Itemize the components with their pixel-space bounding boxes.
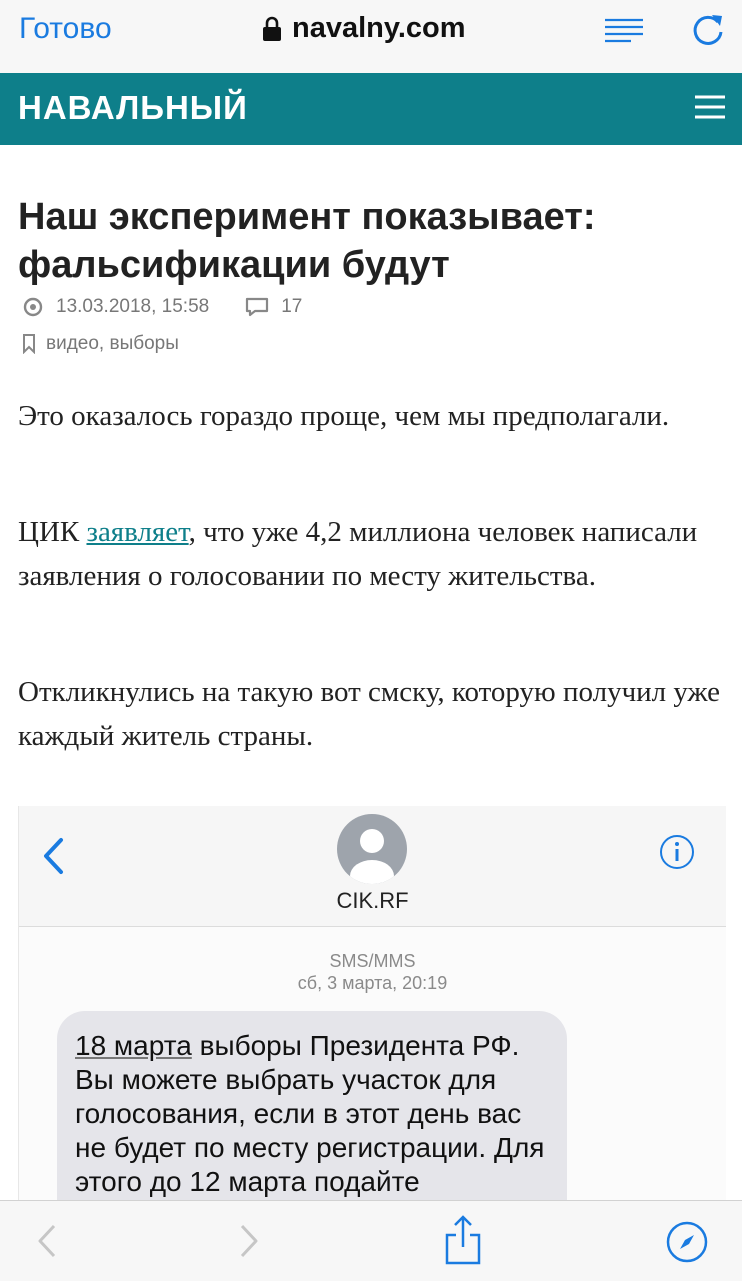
sms-header: CIK.RF [19, 806, 726, 927]
article-tags[interactable]: видео, выборы [46, 333, 179, 355]
browser-bottom-toolbar [0, 1200, 742, 1281]
sms-screenshot-image: CIK.RF SMS/MMS сб, 3 марта, 20:19 18 мар… [18, 806, 726, 1206]
address-bar[interactable]: navalny.com [262, 12, 466, 45]
reader-view-icon[interactable] [605, 18, 643, 44]
done-button[interactable]: Готово [19, 12, 112, 46]
site-header: НАВАЛЬНЫЙ [0, 73, 742, 145]
reload-icon[interactable] [690, 12, 726, 48]
comment-count[interactable]: 17 [281, 296, 302, 318]
menu-icon[interactable] [695, 95, 725, 119]
url-text: navalny.com [292, 12, 466, 44]
bookmark-icon [23, 334, 35, 354]
sms-contact-name: CIK.RF [336, 888, 409, 913]
sms-date-link: 18 марта [75, 1030, 192, 1061]
browser-top-bar: Готово navalny.com [0, 0, 742, 73]
back-icon[interactable] [36, 1223, 58, 1259]
person-icon [350, 829, 394, 884]
compass-icon[interactable] [666, 1221, 708, 1263]
paragraph-2: ЦИК заявляет, что уже 4,2 миллиона челов… [18, 510, 728, 598]
paragraph-2-start: ЦИК [18, 516, 87, 548]
sms-message-bubble: 18 марта выборы Президента РФ. Вы можете… [57, 1011, 567, 1206]
paragraph-3: Откликнулись на такую вот смску, которую… [18, 676, 721, 752]
article-date: 13.03.2018, 15:58 [56, 296, 210, 317]
cik-link[interactable]: заявляет [86, 516, 188, 548]
article-tags-row: видео, выборы [22, 333, 179, 355]
sms-type-label: SMS/MMS [329, 951, 416, 971]
share-icon[interactable] [445, 1215, 481, 1265]
info-icon [660, 835, 694, 869]
article-title: Наш эксперимент показывает: фальсификаци… [18, 196, 596, 286]
paragraph-1: Это оказалось гораздо проще, чем мы пред… [18, 400, 670, 432]
contact-avatar [337, 814, 407, 884]
comment-icon[interactable] [245, 297, 269, 317]
article-meta: 13.03.2018, 15:58 17 [22, 296, 302, 318]
site-logo[interactable]: НАВАЛЬНЫЙ [18, 89, 248, 127]
lock-icon [263, 16, 281, 41]
clock-icon [23, 297, 43, 317]
sms-date-label: сб, 3 марта, 20:19 [297, 973, 448, 993]
back-chevron-icon [44, 838, 63, 874]
forward-icon[interactable] [238, 1223, 260, 1259]
